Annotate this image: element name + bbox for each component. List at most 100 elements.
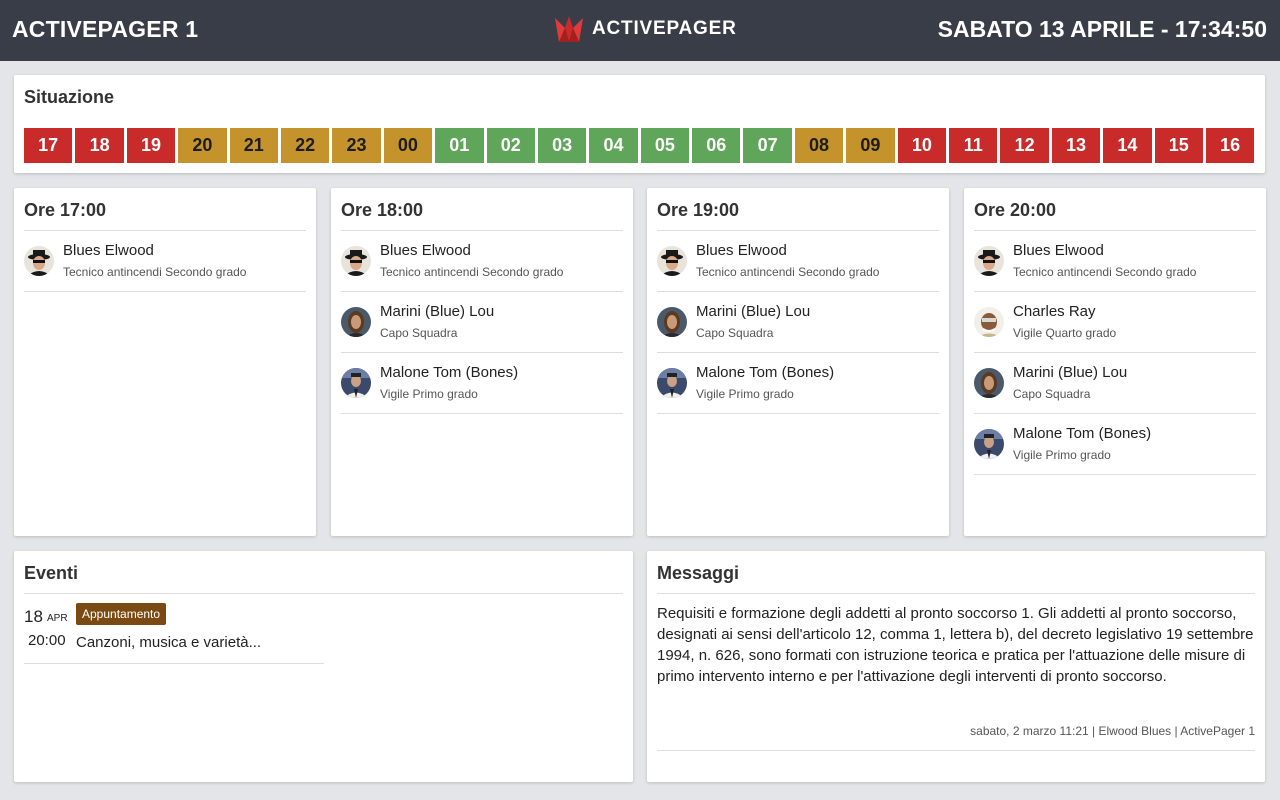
hour-cell[interactable]: 08 (794, 128, 844, 163)
person-name: Blues Elwood (63, 242, 154, 259)
message-meta: sabato, 2 marzo 11:21 | Elwood Blues | A… (970, 724, 1255, 738)
person-name: Malone Tom (Bones) (1013, 425, 1152, 442)
hour-cell[interactable]: 22 (280, 128, 330, 163)
hour-cell[interactable]: 15 (1154, 128, 1203, 163)
hour-cell[interactable]: 17 (24, 128, 73, 163)
eventi-panel: Eventi 18 APR 20:00 Appuntamento Canzoni… (14, 551, 633, 782)
personnel-list: Blues Elwood Tecnico antincendi Secondo … (341, 231, 623, 414)
hour-cell[interactable]: 01 (435, 128, 484, 163)
hour-cell[interactable]: 02 (486, 128, 535, 163)
person-row[interactable]: Blues Elwood Tecnico antincendi Secondo … (24, 231, 306, 292)
person-row[interactable]: Malone Tom (Bones) Vigile Primo grado (974, 414, 1256, 475)
shift-column-1700: Ore 17:00 Blues Elwood Tecnico antincend… (14, 188, 316, 536)
avatar (24, 246, 54, 276)
hour-cell[interactable]: 14 (1103, 128, 1152, 163)
person-role: Capo Squadra (380, 326, 458, 340)
person-row[interactable]: Blues Elwood Tecnico antincendi Secondo … (974, 231, 1256, 292)
brand-logo: ACTIVEPAGER (553, 14, 737, 44)
hour-cell[interactable]: 12 (1000, 128, 1049, 163)
avatar (974, 246, 1004, 276)
person-role: Vigile Primo grado (380, 387, 478, 401)
hour-cell[interactable]: 07 (743, 128, 792, 163)
message-body: Requisiti e formazione degli addetti al … (657, 605, 1254, 685)
messaggi-panel: Messaggi Requisiti e formazione degli ad… (647, 551, 1265, 782)
personnel-list: Blues Elwood Tecnico antincendi Secondo … (24, 231, 306, 292)
eventi-title: Eventi (24, 563, 79, 583)
avatar (341, 246, 371, 276)
avatar (657, 368, 687, 398)
hour-cell[interactable]: 20 (178, 128, 227, 163)
avatar (657, 246, 687, 276)
hour-cell[interactable]: 10 (897, 128, 947, 163)
avatar (341, 307, 371, 337)
hour-cell[interactable]: 21 (229, 128, 278, 163)
avatar (657, 307, 687, 337)
avatar (974, 429, 1004, 459)
hour-cell[interactable]: 09 (846, 128, 895, 163)
top-bar: ACTIVEPAGER 1 ACTIVEPAGER SABATO 13 APRI… (0, 0, 1280, 61)
hour-cell[interactable]: 05 (640, 128, 690, 163)
person-name: Marini (Blue) Lou (1013, 364, 1128, 381)
person-row[interactable]: Marini (Blue) Lou Capo Squadra (657, 292, 939, 353)
avatar (341, 368, 371, 398)
situazione-title: Situazione (24, 87, 115, 107)
person-role: Tecnico antincendi Secondo grado (696, 265, 880, 279)
event-type-badge: Appuntamento (76, 603, 167, 625)
shift-title: Ore 17:00 (24, 200, 107, 220)
app-title: ACTIVEPAGER 1 (12, 16, 199, 42)
hour-cell[interactable]: 11 (949, 128, 998, 163)
hour-cell[interactable]: 04 (589, 128, 638, 163)
person-name: Blues Elwood (696, 242, 787, 259)
person-name: Blues Elwood (1013, 242, 1104, 259)
person-name: Blues Elwood (380, 242, 471, 259)
hour-cell[interactable]: 19 (126, 128, 176, 163)
shift-column-1800: Ore 18:00 Blues Elwood Tecnico antincend… (331, 188, 633, 536)
shift-title: Ore 19:00 (657, 200, 740, 220)
person-role: Capo Squadra (1013, 387, 1091, 401)
person-row[interactable]: Marini (Blue) Lou Capo Squadra (341, 292, 623, 353)
hour-status-row: 17 18 19 20 21 22 23 00 01 02 03 04 05 0… (24, 128, 1255, 163)
event-month: APR (47, 613, 68, 624)
event-time: 20:00 (28, 632, 66, 649)
hour-cell[interactable]: 00 (383, 128, 433, 163)
shift-title: Ore 20:00 (974, 200, 1057, 220)
person-name: Marini (Blue) Lou (696, 303, 811, 320)
hour-cell[interactable]: 16 (1205, 128, 1255, 163)
messaggi-title: Messaggi (657, 563, 740, 583)
person-name: Charles Ray (1013, 303, 1096, 320)
situazione-panel: Situazione 17 18 19 20 21 22 23 00 01 02… (14, 75, 1265, 173)
event-day: 18 (24, 607, 43, 626)
hour-cell[interactable]: 23 (332, 128, 381, 163)
brand-name: ACTIVEPAGER (592, 18, 737, 39)
person-role: Tecnico antincendi Secondo grado (63, 265, 247, 279)
person-role: Tecnico antincendi Secondo grado (380, 265, 564, 279)
personnel-list: Blues Elwood Tecnico antincendi Secondo … (974, 231, 1256, 475)
person-row[interactable]: Marini (Blue) Lou Capo Squadra (974, 353, 1256, 414)
person-role: Capo Squadra (696, 326, 774, 340)
person-name: Malone Tom (Bones) (696, 364, 835, 381)
hour-cell[interactable]: 06 (692, 128, 741, 163)
person-row[interactable]: Malone Tom (Bones) Vigile Primo grado (657, 353, 939, 414)
event-item[interactable]: 18 APR 20:00 Appuntamento Canzoni, music… (24, 594, 324, 664)
shift-column-2000: Ore 20:00 Blues Elwood Tecnico antincend… (964, 188, 1266, 536)
person-role: Vigile Quarto grado (1013, 326, 1117, 340)
person-role: Vigile Primo grado (696, 387, 794, 401)
divider (657, 750, 1255, 751)
person-row[interactable]: Blues Elwood Tecnico antincendi Secondo … (341, 231, 623, 292)
hour-cell[interactable]: 18 (75, 128, 124, 163)
divider (657, 593, 1255, 594)
hour-cell[interactable]: 03 (537, 128, 587, 163)
hour-cell[interactable]: 13 (1051, 128, 1101, 163)
person-name: Malone Tom (Bones) (380, 364, 519, 381)
person-name: Marini (Blue) Lou (380, 303, 495, 320)
person-row[interactable]: Charles Ray Vigile Quarto grado (974, 292, 1256, 353)
person-row[interactable]: Malone Tom (Bones) Vigile Primo grado (341, 353, 623, 414)
activepager-logo-icon (555, 16, 583, 42)
date-time-clock: SABATO 13 APRILE - 17:34:50 (937, 16, 1267, 42)
shift-title: Ore 18:00 (341, 200, 424, 220)
shift-column-1900: Ore 19:00 Blues Elwood Tecnico antincend… (647, 188, 949, 536)
person-role: Vigile Primo grado (1013, 448, 1111, 462)
person-row[interactable]: Blues Elwood Tecnico antincendi Secondo … (657, 231, 939, 292)
personnel-list: Blues Elwood Tecnico antincendi Secondo … (657, 231, 939, 414)
avatar (974, 368, 1004, 398)
